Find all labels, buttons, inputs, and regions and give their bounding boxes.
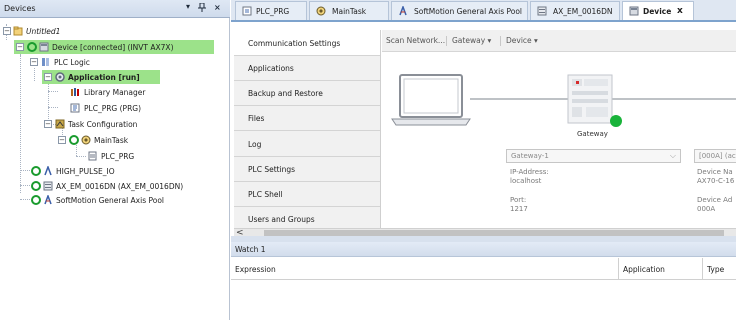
- nav-log[interactable]: Log: [234, 131, 380, 157]
- port-value: 1217: [510, 205, 528, 213]
- io-module-icon: [537, 6, 547, 16]
- devices-panel-title: Devices: [4, 4, 36, 13]
- chevron-down-icon: ▾: [534, 36, 538, 45]
- application-icon: [55, 72, 65, 82]
- tab-plc-prg[interactable]: PLC_PRG: [235, 1, 307, 20]
- ip-address-value: localhost: [510, 177, 542, 185]
- tree-item-maintask[interactable]: − MainTask: [56, 133, 216, 147]
- library-icon: [70, 87, 80, 97]
- collapse-icon[interactable]: −: [16, 43, 24, 51]
- port-label: Port:: [510, 196, 527, 204]
- chevron-down-icon: ⌵: [669, 151, 676, 160]
- watch-grid: Expression Application Type: [231, 258, 736, 320]
- panel-menu-dropdown-icon[interactable]: ▾: [186, 2, 190, 11]
- tree-item-plc-logic[interactable]: − PLC Logic: [28, 55, 228, 69]
- device-select[interactable]: [000A] (ac: [694, 149, 736, 163]
- device-menu-button[interactable]: Device ▾: [506, 36, 538, 45]
- watch-panel-header: Watch 1: [231, 242, 736, 257]
- axis-pool-icon: [43, 193, 53, 205]
- tree-item-plc-prg[interactable]: PLC_PRG (PRG): [56, 101, 216, 115]
- device-name-value: AX70-C-16: [697, 177, 735, 185]
- gateway-device-icon: [567, 74, 613, 124]
- gateway-select[interactable]: Gateway-1 ⌵: [506, 149, 681, 163]
- io-module-icon: [43, 181, 53, 191]
- tab-maintask[interactable]: MainTask: [309, 1, 389, 20]
- close-tab-icon[interactable]: x: [677, 6, 683, 16]
- collapse-icon[interactable]: −: [30, 58, 38, 66]
- device-icon: [39, 42, 49, 52]
- nav-plc-settings[interactable]: PLC Settings: [234, 156, 380, 182]
- scan-network-button[interactable]: Scan Network...: [386, 36, 445, 45]
- close-panel-icon[interactable]: ×: [214, 3, 221, 12]
- nav-applications[interactable]: Applications: [234, 55, 380, 81]
- gateway-menu-button[interactable]: Gateway ▾: [452, 36, 491, 45]
- gateway-label: Gateway: [577, 130, 608, 138]
- collapse-icon[interactable]: −: [44, 120, 52, 128]
- pin-icon[interactable]: [198, 2, 206, 14]
- ip-address-label: IP-Address:: [510, 168, 549, 176]
- tree-item-ax-em-0016dn[interactable]: AX_EM_0016DN (AX_EM_0016DN): [28, 179, 228, 193]
- program-icon: [70, 103, 80, 113]
- devices-panel-header: Devices ▾ ×: [0, 0, 230, 18]
- chevron-down-icon: ▾: [487, 36, 492, 45]
- axis-pool-icon: [398, 4, 408, 16]
- tree-item-high-pulse-io[interactable]: HIGH_PULSE_IO: [28, 164, 208, 178]
- network-diagram: [391, 74, 736, 127]
- tree-item-application[interactable]: − Application [run]: [42, 70, 160, 84]
- device-name-label: Device Na: [697, 168, 733, 176]
- collapse-icon[interactable]: −: [44, 73, 52, 81]
- column-application[interactable]: Application: [619, 258, 703, 280]
- connected-status-icon: [69, 135, 79, 145]
- program-call-icon: [87, 151, 97, 161]
- collapse-icon[interactable]: −: [3, 27, 11, 35]
- watch-panel-title: Watch 1: [235, 245, 266, 254]
- tab-device[interactable]: Device x: [622, 1, 694, 20]
- tab-ax-em-0016dn[interactable]: AX_EM_0016DN: [530, 1, 620, 20]
- horizontal-scrollbar[interactable]: [234, 228, 736, 236]
- nav-files[interactable]: Files: [234, 105, 380, 131]
- project-icon: [13, 26, 23, 36]
- tree-item-task-configuration[interactable]: − Task Configuration: [42, 117, 212, 131]
- connected-status-icon: [27, 42, 37, 52]
- devices-panel: Devices ▾ × − Untitled1 − Device [connec…: [0, 0, 230, 320]
- nav-users-groups[interactable]: Users and Groups: [234, 206, 380, 228]
- connected-status-icon: [31, 166, 41, 176]
- device-address-value: 000A: [697, 205, 716, 213]
- tab-axis-pool[interactable]: SoftMotion General Axis Pool: [391, 1, 528, 20]
- connected-status-icon: [31, 181, 41, 191]
- task-icon: [81, 135, 91, 145]
- nav-communication-settings[interactable]: Communication Settings: [234, 30, 380, 56]
- plc-logic-icon: [41, 57, 51, 67]
- device-settings-nav: Communication Settings Applications Back…: [234, 30, 381, 228]
- column-expression[interactable]: Expression: [231, 258, 619, 280]
- task-icon: [316, 6, 326, 16]
- tree-item-device[interactable]: − Device [connected] (INVT AX7X): [14, 40, 214, 54]
- program-icon: [242, 6, 252, 16]
- watch-column-headers: Expression Application Type: [231, 258, 736, 280]
- document-tab-bar: PLC_PRG MainTask SoftMotion General Axis…: [231, 0, 736, 22]
- tree-item-project[interactable]: − Untitled1: [0, 24, 230, 38]
- nav-plc-shell[interactable]: PLC Shell: [234, 181, 380, 207]
- gateway-status-indicator: [610, 115, 622, 127]
- computer-icon: [391, 74, 471, 126]
- device-address-label: Device Ad: [697, 196, 733, 204]
- column-type[interactable]: Type: [703, 258, 736, 280]
- task-config-icon: [55, 119, 65, 129]
- tree-item-axis-pool[interactable]: SoftMotion General Axis Pool: [28, 193, 228, 207]
- collapse-icon[interactable]: −: [58, 136, 66, 144]
- nav-backup-restore[interactable]: Backup and Restore: [234, 80, 380, 106]
- connected-status-icon: [31, 195, 41, 205]
- tree-item-plc-prg-call[interactable]: PLC_PRG: [84, 149, 214, 163]
- axis-icon: [43, 164, 53, 176]
- device-toolbar: Scan Network... Gateway ▾ Device ▾: [382, 30, 736, 52]
- tree-item-library-manager[interactable]: Library Manager: [56, 85, 216, 99]
- device-icon: [629, 6, 639, 16]
